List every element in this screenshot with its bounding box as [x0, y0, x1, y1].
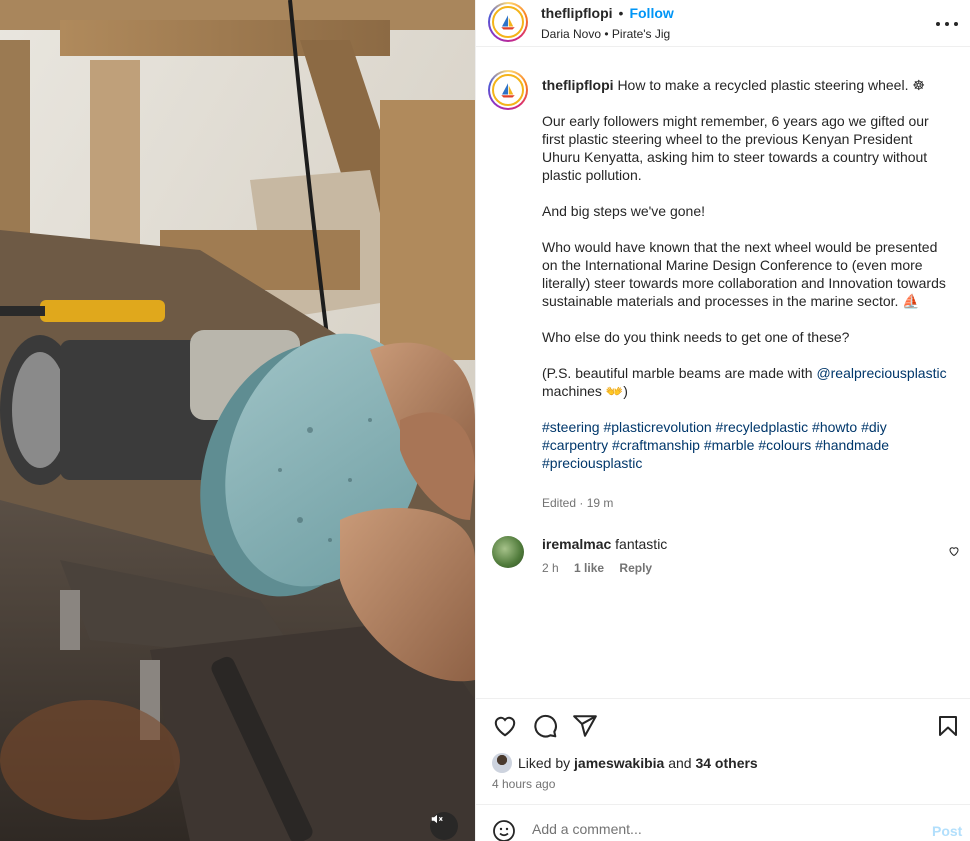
likes-middle: and [668, 755, 692, 771]
caption-paragraph-3: Who would have known that the next wheel… [542, 239, 946, 309]
caption-paragraph-1: Our early followers might remember, 6 ye… [542, 113, 929, 183]
comment-bubble-icon[interactable] [532, 713, 558, 739]
action-bar [476, 698, 970, 750]
like-heart-icon[interactable] [492, 713, 518, 739]
add-comment-bar: Post [476, 804, 970, 841]
caption-author-avatar[interactable] [488, 70, 528, 110]
post-video[interactable] [0, 0, 475, 841]
flipflopi-logo-icon [492, 74, 524, 106]
caption-paragraph-2: And big steps we've gone! [542, 203, 706, 219]
share-paper-plane-icon[interactable] [572, 713, 598, 739]
follow-button[interactable]: Follow [629, 5, 673, 21]
liker-username[interactable]: jameswakibia [574, 755, 664, 771]
bookmark-icon[interactable] [936, 713, 962, 739]
comment-age: 2 h [542, 561, 559, 575]
caption-ps-end: machines 👐) [542, 383, 628, 399]
likes-others[interactable]: 34 others [695, 755, 757, 771]
post-comment-button[interactable]: Post [932, 823, 962, 839]
audio-attribution[interactable]: Daria Novo • Pirate's Jig [541, 27, 670, 41]
caption-paragraph-5: (P.S. beautiful marble beams are made wi… [542, 364, 952, 400]
video-frame [0, 0, 475, 841]
post-timestamp: 4 hours ago [492, 777, 556, 791]
more-options-icon[interactable] [936, 13, 958, 35]
mention-link[interactable]: @realpreciousplastic [816, 365, 946, 381]
audio-track: Pirate's Jig [611, 27, 671, 41]
commenter-username[interactable]: iremalmac [542, 536, 611, 552]
separator-dot: • [618, 5, 624, 21]
caption-ps-text: (P.S. beautiful marble beams are made wi… [542, 365, 817, 381]
liker-avatar [492, 753, 512, 773]
caption-title: How to make a recycled plastic steering … [617, 77, 925, 93]
likes-summary[interactable]: Liked by jameswakibia and 34 others [492, 753, 758, 773]
audio-separator: • [604, 27, 609, 41]
emoji-smiley-icon[interactable] [492, 819, 516, 841]
caption-author[interactable]: theflipflopi [542, 77, 614, 93]
add-comment-input[interactable] [532, 821, 912, 837]
mute-toggle-button[interactable] [430, 812, 458, 840]
comment-like-heart-icon[interactable] [948, 544, 960, 560]
reply-button[interactable]: Reply [619, 561, 652, 575]
edited-timestamp: Edited · 19 m [542, 496, 614, 510]
audio-artist: Daria Novo [541, 27, 602, 41]
caption-hashtags[interactable]: #steering #plasticrevolution #recyledpla… [542, 418, 952, 472]
likes-prefix: Liked by [518, 755, 571, 771]
comment-likes[interactable]: 1 like [574, 561, 604, 575]
caption-paragraph-4: Who else do you think needs to get one o… [542, 329, 850, 345]
post-header: theflipflopi • Follow Daria Novo • Pirate'… [476, 0, 970, 47]
comment-text: fantastic [615, 536, 668, 552]
post-caption: theflipflopi How to make a recycled plas… [542, 76, 952, 490]
flipflopi-logo-icon [492, 6, 524, 38]
author-username[interactable]: theflipflopi [541, 5, 613, 21]
commenter-avatar[interactable] [492, 536, 524, 568]
post-detail-panel: theflipflopi • Follow Daria Novo • Pirate'… [475, 0, 970, 841]
author-avatar[interactable] [488, 2, 528, 42]
